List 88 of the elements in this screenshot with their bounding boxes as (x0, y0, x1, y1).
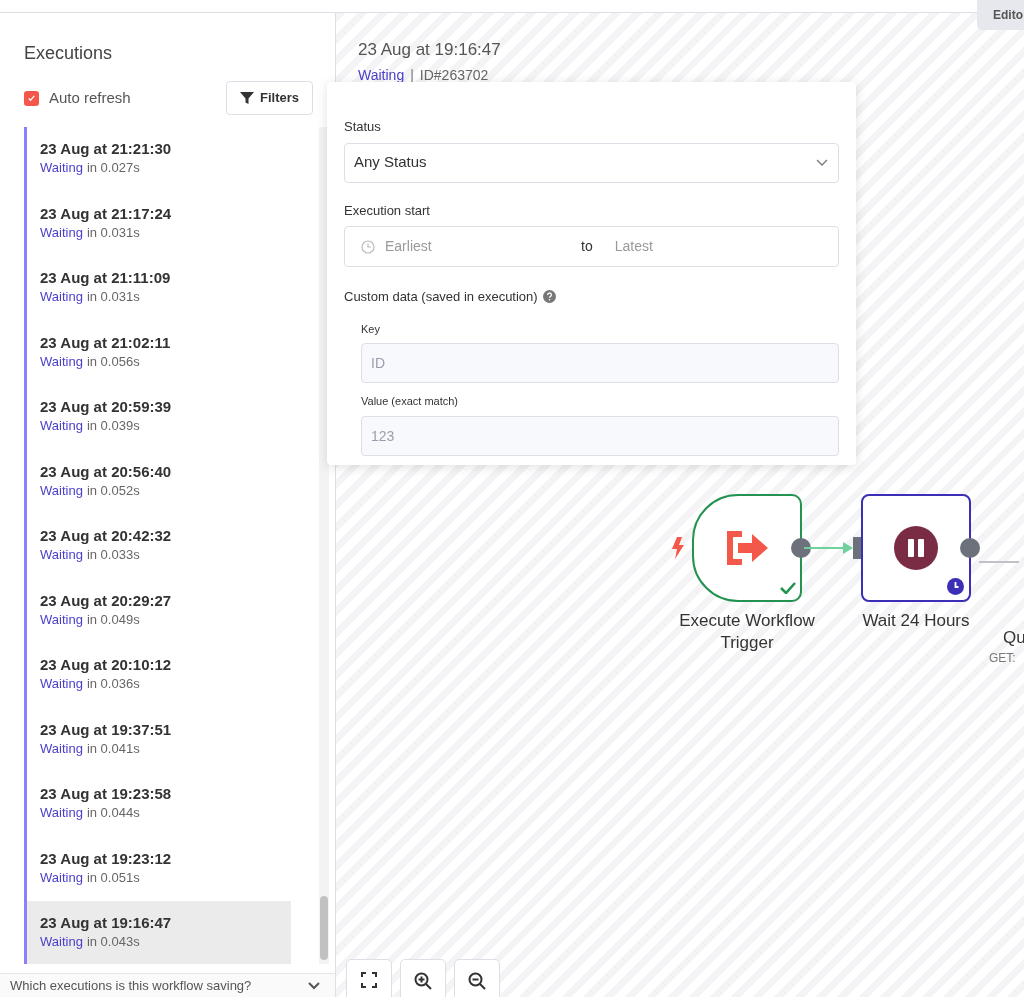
duration-text: in 0.031s (86, 288, 140, 306)
status-text: Waiting (40, 804, 83, 822)
status-text: Waiting (358, 65, 405, 85)
field-label: Execution start (344, 201, 430, 220)
status-text: Waiting (40, 739, 83, 758)
execution-time: 23 Aug at 19:16:47 (40, 913, 172, 933)
status-text: Waiting (40, 481, 83, 500)
node-title: Execute Workflow Trigger (678, 610, 816, 654)
execution-time: 23 Aug at 20:10:12 (40, 655, 172, 675)
status-text: Waiting (40, 288, 83, 306)
date-range-field[interactable]: Earliest to Latest (344, 226, 839, 267)
fit-view-button[interactable] (346, 959, 392, 997)
chevron-down-icon (816, 158, 828, 167)
status-text: Waiting (40, 675, 83, 693)
check-icon (780, 582, 796, 594)
lightning-icon (672, 537, 684, 559)
end-input[interactable]: Latest (614, 236, 765, 257)
zoom-out-button[interactable] (454, 959, 500, 997)
exit-arrow-icon (724, 531, 770, 565)
execution-time: 23 Aug at 19:23:58 (40, 784, 172, 804)
duration-text: in 0.039s (86, 417, 140, 435)
connection-line (979, 561, 1019, 563)
duration-text: in 0.044s (86, 804, 140, 822)
editor-tab[interactable]: Edito (977, 0, 1024, 30)
duration-text: in 0.049s (86, 610, 140, 629)
execution-time: 23 Aug at 20:59:39 (40, 397, 172, 417)
execution-time: 23 Aug at 21:02:11 (40, 332, 171, 353)
node-subtitle: GET: (989, 650, 1016, 667)
zoom-in-icon (414, 972, 432, 990)
execution-item[interactable]: 23 Aug at 19:16:47 Waiting in 0.043s (27, 901, 291, 964)
execution-time: 23 Aug at 21:11:09 (40, 268, 171, 288)
execution-time: 23 Aug at 19:37:51 (40, 719, 172, 740)
duration-text: in 0.056s (86, 352, 140, 371)
range-separator: to (581, 237, 593, 256)
duration-text: in 0.041s (86, 739, 140, 758)
checkbox-label: Auto refresh (49, 87, 131, 108)
check-icon (27, 93, 36, 103)
execution-time: 23 Aug at 21:17:24 (40, 203, 172, 224)
field-label: Status (344, 118, 381, 136)
field-label: Value (exact match) (361, 394, 458, 409)
status-text: Waiting (40, 610, 83, 629)
zoom-out-icon (468, 972, 486, 990)
execution-time: 23 Aug at 21:21:30 (40, 139, 172, 159)
execution-time: 23 Aug at 20:56:40 (40, 461, 172, 482)
scrollbar-thumb[interactable] (320, 896, 328, 960)
fullscreen-icon (361, 972, 377, 988)
execution-time: 23 Aug at 20:42:32 (40, 526, 172, 546)
clock-icon (361, 239, 375, 254)
pause-icon (894, 526, 938, 570)
connection-arrow (804, 541, 853, 555)
filter-icon (240, 91, 254, 105)
trigger-node[interactable] (692, 494, 802, 602)
status-text: Waiting (40, 868, 83, 887)
node-title: Qu (1003, 627, 1024, 649)
panel-title: Executions (24, 42, 114, 65)
execution-time: 23 Aug at 19:23:12 (40, 848, 172, 869)
checkbox[interactable] (24, 90, 39, 106)
duration-text: in 0.036s (86, 675, 140, 693)
zoom-in-button[interactable] (400, 959, 446, 997)
status-text: Waiting (40, 546, 83, 564)
status-text: Waiting (40, 933, 83, 951)
duration-text: in 0.052s (86, 481, 140, 500)
execution-title: 23 Aug at 19:16:47 (358, 39, 501, 61)
status-text: Waiting (40, 159, 83, 177)
duration-text: in 0.031s (86, 223, 140, 242)
status-text: Waiting (40, 417, 83, 435)
duration-text: in 0.027s (86, 159, 140, 177)
field-label: Custom data (saved in execution) (344, 288, 538, 306)
node-title: Wait 24 Hours (862, 610, 970, 632)
duration-text: in 0.051s (86, 868, 140, 887)
value-input[interactable]: 123 (361, 415, 839, 456)
status-text: Waiting (40, 223, 83, 242)
execution-time: 23 Aug at 20:29:27 (40, 590, 172, 611)
output-handle[interactable] (960, 538, 980, 558)
key-input[interactable]: ID (361, 343, 839, 383)
status-text: Waiting (40, 352, 83, 371)
status-select[interactable]: Any Status (344, 142, 839, 183)
chevron-down-icon[interactable] (307, 980, 321, 991)
clock-icon (947, 578, 964, 595)
field-label: Key (361, 321, 380, 337)
filters-button[interactable]: Filters (226, 81, 313, 115)
duration-text: in 0.033s (86, 546, 140, 564)
input-handle[interactable] (853, 537, 861, 559)
execution-id: ID#263702 (419, 65, 489, 85)
help-icon[interactable] (542, 290, 556, 304)
wait-node[interactable] (861, 494, 971, 602)
start-input[interactable]: Earliest (385, 236, 555, 257)
duration-text: in 0.043s (86, 933, 140, 951)
